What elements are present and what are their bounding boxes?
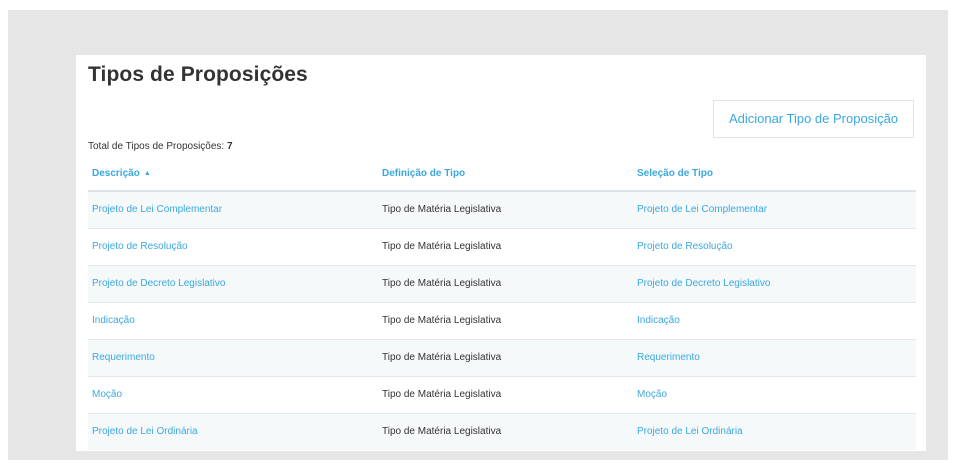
table-row: Projeto de Lei Complementar Tipo de Matér… [88, 190, 916, 228]
sort-link-descricao[interactable]: Descrição [92, 168, 140, 179]
selecao-link[interactable]: Projeto de Resolução [637, 241, 733, 252]
table-row: Requerimento Tipo de Matéria Legislativa R… [88, 338, 916, 376]
descricao-link[interactable]: Projeto de Resolução [92, 241, 188, 252]
cell-selecao: Projeto de Resolução [633, 227, 916, 265]
descricao-link[interactable]: Projeto de Decreto Legislativo [92, 278, 225, 289]
sort-link-definicao[interactable]: Definição de Tipo [382, 168, 465, 179]
selecao-link[interactable]: Requerimento [637, 352, 700, 363]
cell-descricao: Projeto de Resolução [88, 227, 378, 265]
table-row: Projeto de Decreto Legislativo Tipo de Ma… [88, 264, 916, 302]
total-label: Total de Tipos de Proposições: [88, 141, 225, 152]
table-row: Indicação Tipo de Matéria Legislativa Indi… [88, 301, 916, 339]
selecao-link[interactable]: Projeto de Lei Ordinária [637, 426, 743, 437]
descricao-link[interactable]: Projeto de Lei Ordinária [92, 426, 198, 437]
column-header-selecao[interactable]: Seleção de Tipo [633, 156, 916, 192]
cell-descricao: Requerimento [88, 338, 378, 376]
page-title: Tipos de Proposições [88, 63, 308, 86]
cell-selecao: Projeto de Decreto Legislativo [633, 264, 916, 302]
cell-descricao: Projeto de Lei Ordinária [88, 412, 378, 450]
content-panel: Tipos de Proposições Adicionar Tipo de P… [76, 55, 926, 451]
table-row: Projeto de Resolução Tipo de Matéria Legi… [88, 227, 916, 265]
sort-ascending-icon: ▲ [143, 169, 151, 177]
selecao-link[interactable]: Indicação [637, 315, 680, 326]
descricao-link[interactable]: Indicação [92, 315, 135, 326]
cell-selecao: Projeto de Lei Ordinária [633, 412, 916, 450]
cell-definicao: Tipo de Matéria Legislativa [378, 375, 633, 413]
total-count: 7 [226, 141, 233, 152]
cell-definicao: Tipo de Matéria Legislativa [378, 190, 633, 228]
cell-descricao: Indicação [88, 301, 378, 339]
cell-selecao: Projeto de Lei Complementar [633, 190, 916, 228]
cell-selecao: Moção [633, 375, 916, 413]
cell-descricao: Moção [88, 375, 378, 413]
cell-selecao: Requerimento [633, 338, 916, 376]
proposition-types-table: Descrição ▲ Definição de Tipo Seleção de … [88, 156, 916, 450]
cell-definicao: Tipo de Matéria Legislativa [378, 301, 633, 339]
descricao-link[interactable]: Requerimento [92, 352, 155, 363]
cell-selecao: Indicação [633, 301, 916, 339]
table-row: Moção Tipo de Matéria Legislativa Moção [88, 375, 916, 413]
sort-link-selecao[interactable]: Seleção de Tipo [637, 168, 713, 179]
table-header-row: Descrição ▲ Definição de Tipo Seleção de … [88, 156, 916, 192]
total-count-line: Total de Tipos de Proposições: 7 [88, 141, 233, 152]
outer-frame: Tipos de Proposições Adicionar Tipo de P… [8, 10, 948, 460]
add-proposition-type-button[interactable]: Adicionar Tipo de Proposição [713, 100, 914, 138]
selecao-link[interactable]: Projeto de Lei Complementar [637, 204, 767, 215]
selecao-link[interactable]: Moção [637, 389, 667, 400]
selecao-link[interactable]: Projeto de Decreto Legislativo [637, 278, 770, 289]
cell-definicao: Tipo de Matéria Legislativa [378, 227, 633, 265]
table-row: Projeto de Lei Ordinária Tipo de Matéria … [88, 412, 916, 450]
cell-definicao: Tipo de Matéria Legislativa [378, 338, 633, 376]
cell-descricao: Projeto de Decreto Legislativo [88, 264, 378, 302]
cell-definicao: Tipo de Matéria Legislativa [378, 412, 633, 450]
cell-descricao: Projeto de Lei Complementar [88, 190, 378, 228]
descricao-link[interactable]: Moção [92, 389, 122, 400]
column-header-definicao[interactable]: Definição de Tipo [378, 156, 633, 192]
cell-definicao: Tipo de Matéria Legislativa [378, 264, 633, 302]
table-body: Projeto de Lei Complementar Tipo de Matér… [88, 190, 916, 450]
descricao-link[interactable]: Projeto de Lei Complementar [92, 204, 222, 215]
column-header-descricao[interactable]: Descrição ▲ [88, 156, 378, 192]
